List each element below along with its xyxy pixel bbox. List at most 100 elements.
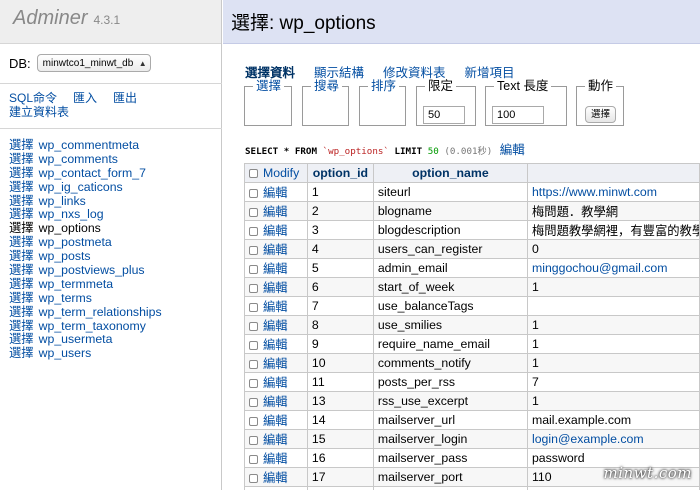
row-checkbox[interactable] xyxy=(249,397,258,407)
table-name-link[interactable]: wp_links xyxy=(39,194,86,208)
row-checkbox[interactable] xyxy=(249,378,258,388)
row-edit-link[interactable]: 編輯 xyxy=(263,281,288,295)
select-table-link[interactable]: 選擇 xyxy=(9,332,34,346)
modify-header[interactable]: Modify xyxy=(244,163,308,183)
tab-new-item[interactable]: 新增項目 xyxy=(465,66,515,80)
option-value-cell xyxy=(526,485,700,490)
row-edit-link[interactable]: 編輯 xyxy=(263,205,288,219)
row-edit-link[interactable]: 編輯 xyxy=(263,338,288,352)
row-checkbox[interactable] xyxy=(249,340,258,350)
row-edit-link[interactable]: 編輯 xyxy=(263,376,288,390)
column-header-option-name[interactable]: option_name xyxy=(372,163,528,183)
row-edit-link[interactable]: 編輯 xyxy=(263,300,288,314)
row-checkbox[interactable] xyxy=(249,207,258,217)
table-name-link[interactable]: wp_users xyxy=(39,346,92,360)
table-name-link[interactable]: wp_terms xyxy=(39,291,92,305)
row-edit-link[interactable]: 編輯 xyxy=(263,471,288,485)
row-checkbox[interactable] xyxy=(249,454,258,464)
table-row: 編輯 14 mailserver_url mail.example.com xyxy=(244,409,700,430)
import-link[interactable]: 匯入 xyxy=(73,91,97,105)
row-edit-link[interactable]: 編輯 xyxy=(263,395,288,409)
app-logo[interactable]: Adminer 4.3.1 xyxy=(0,0,221,44)
select-table-link[interactable]: 選擇 xyxy=(9,319,34,333)
db-select[interactable]: minwtco1_minwt_db ▲︎ xyxy=(36,54,151,72)
limit-input[interactable] xyxy=(423,106,465,124)
row-checkbox[interactable] xyxy=(249,302,258,312)
select-table-link[interactable]: 選擇 xyxy=(9,305,34,319)
row-edit-link[interactable]: 編輯 xyxy=(263,433,288,447)
table-row: 編輯 15 mailserver_login login@example.com xyxy=(244,428,700,449)
select-table-link[interactable]: 選擇 xyxy=(9,263,34,277)
select-table-link[interactable]: 選擇 xyxy=(9,180,34,194)
row-checkbox[interactable] xyxy=(249,283,258,293)
select-table-link[interactable]: 選擇 xyxy=(9,207,34,221)
table-name-link[interactable]: wp_ig_caticons xyxy=(39,180,123,194)
search-toggle[interactable]: 搜尋 xyxy=(311,79,343,93)
select-table-link[interactable]: 選擇 xyxy=(9,277,34,291)
select-table-link[interactable]: 選擇 xyxy=(9,249,34,263)
grid-body: 編輯 1 siteurl https://www.minwt.com 編輯 2 blogna… xyxy=(244,181,700,490)
row-edit-link[interactable]: 編輯 xyxy=(263,452,288,466)
row-edit-link[interactable]: 編輯 xyxy=(263,357,288,371)
column-header-option-id[interactable]: option_id xyxy=(306,163,374,183)
table-name-link[interactable]: wp_comments xyxy=(39,152,118,166)
row-modify-cell: 編輯 xyxy=(244,390,308,411)
option-value-cell[interactable]: https://www.minwt.com xyxy=(526,181,700,202)
row-checkbox[interactable] xyxy=(249,188,258,198)
row-modify-cell: 編輯 xyxy=(244,371,308,392)
select-submit-button[interactable]: 選擇 xyxy=(585,106,617,123)
table-list-item: 選擇 wp_options xyxy=(9,221,162,235)
table-name-link[interactable]: wp_commentmeta xyxy=(39,138,139,152)
export-link[interactable]: 匯出 xyxy=(113,91,137,105)
text-length-input[interactable] xyxy=(492,106,544,124)
select-columns-toggle[interactable]: 選擇 xyxy=(253,79,285,93)
sql-star: * xyxy=(283,146,290,157)
row-edit-link[interactable]: 編輯 xyxy=(263,243,288,257)
select-table-link[interactable]: 選擇 xyxy=(9,235,34,249)
select-table-link[interactable]: 選擇 xyxy=(9,291,34,305)
sql-command-link[interactable]: SQL命令 xyxy=(9,91,57,105)
row-checkbox[interactable] xyxy=(249,359,258,369)
column-header-option-value[interactable] xyxy=(526,163,700,183)
table-name-link[interactable]: wp_postmeta xyxy=(39,235,112,249)
table-name-link[interactable]: wp_contact_form_7 xyxy=(39,166,146,180)
option-value-cell[interactable]: minggochou@gmail.com xyxy=(526,257,700,278)
select-all-checkbox[interactable] xyxy=(249,168,258,178)
select-table-link[interactable]: 選擇 xyxy=(9,221,34,235)
divider xyxy=(0,83,222,84)
tab-alter-table[interactable]: 修改資料表 xyxy=(383,66,446,80)
row-edit-link[interactable]: 編輯 xyxy=(263,186,288,200)
row-checkbox[interactable] xyxy=(249,245,258,255)
row-edit-link[interactable]: 編輯 xyxy=(263,224,288,238)
row-checkbox[interactable] xyxy=(249,321,258,331)
app-name[interactable]: Adminer xyxy=(13,7,87,29)
select-table-link[interactable]: 選擇 xyxy=(9,166,34,180)
table-name-link[interactable]: wp_termmeta xyxy=(39,277,114,291)
table-name-link[interactable]: wp_options xyxy=(39,221,101,235)
table-name-link[interactable]: wp_nxs_log xyxy=(39,207,104,221)
app-version[interactable]: 4.3.1 xyxy=(93,13,120,27)
row-checkbox[interactable] xyxy=(249,473,258,483)
row-checkbox[interactable] xyxy=(249,416,258,426)
row-edit-link[interactable]: 編輯 xyxy=(263,319,288,333)
table-name-link[interactable]: wp_term_relationships xyxy=(39,305,162,319)
row-checkbox[interactable] xyxy=(249,435,258,445)
table-name-link[interactable]: wp_usermeta xyxy=(39,332,113,346)
select-table-link[interactable]: 選擇 xyxy=(9,152,34,166)
sort-toggle[interactable]: 排序 xyxy=(368,79,400,93)
select-table-link[interactable]: 選擇 xyxy=(9,346,34,360)
table-name-link[interactable]: wp_posts xyxy=(39,249,91,263)
tab-show-structure[interactable]: 顯示結構 xyxy=(314,66,364,80)
row-edit-link[interactable]: 編輯 xyxy=(263,262,288,276)
table-name-link[interactable]: wp_term_taxonomy xyxy=(39,319,146,333)
create-table-link[interactable]: 建立資料表 xyxy=(9,105,69,119)
select-table-link[interactable]: 選擇 xyxy=(9,138,34,152)
select-table-link[interactable]: 選擇 xyxy=(9,194,34,208)
row-edit-link[interactable]: 編輯 xyxy=(263,414,288,428)
row-checkbox[interactable] xyxy=(249,264,258,274)
option-value-cell[interactable]: login@example.com xyxy=(526,428,700,449)
edit-query-link[interactable]: 編輯 xyxy=(500,143,525,157)
table-name-link[interactable]: wp_postviews_plus xyxy=(39,263,145,277)
tab-select-data[interactable]: 選擇資料 xyxy=(245,66,295,80)
row-checkbox[interactable] xyxy=(249,226,258,236)
